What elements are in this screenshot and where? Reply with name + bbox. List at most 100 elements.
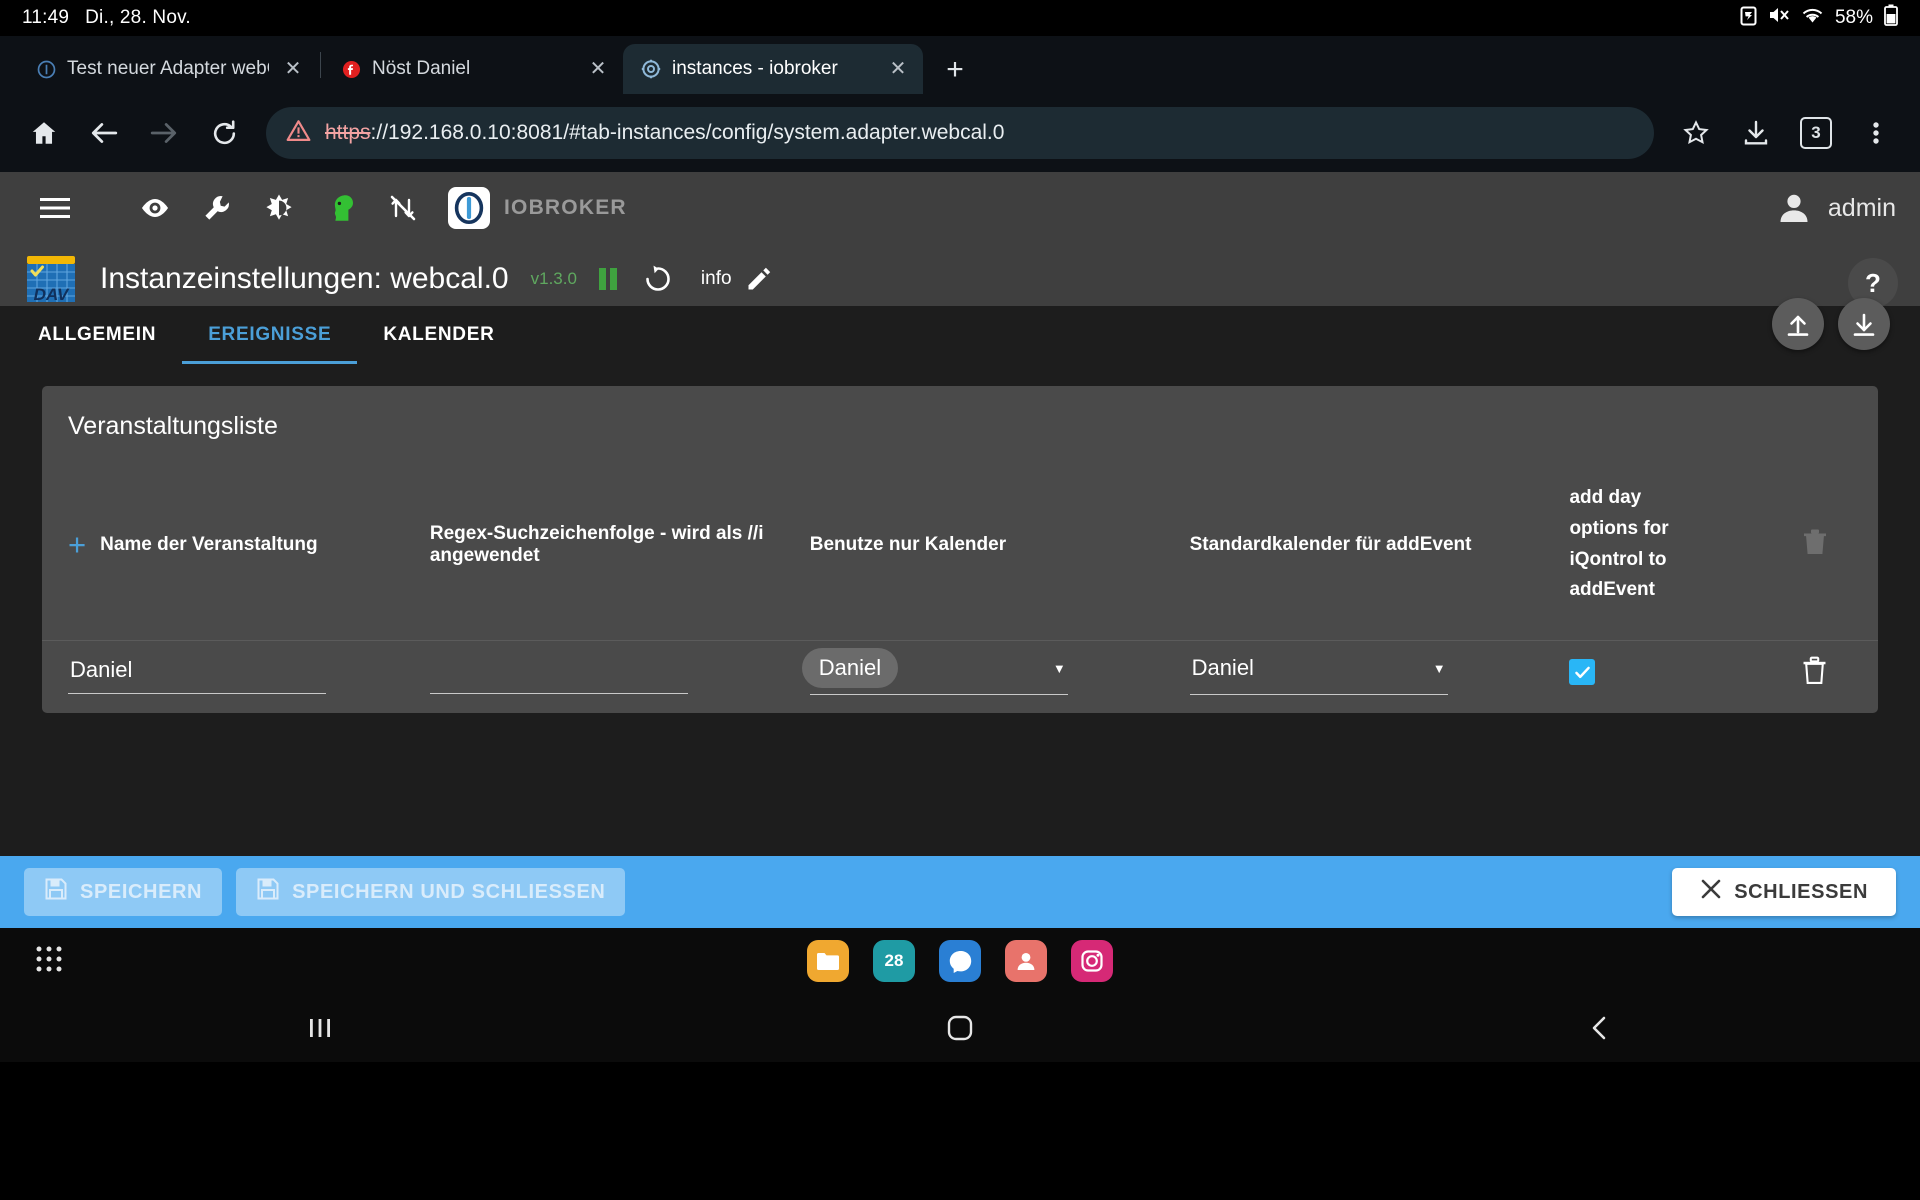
tab-count-button[interactable]: 3 xyxy=(1788,105,1844,161)
pause-icon[interactable] xyxy=(595,265,621,293)
upload-config-button[interactable] xyxy=(1772,298,1824,350)
pencil-icon[interactable] xyxy=(746,266,772,292)
table-row: Daniel ▼ Daniel ▼ xyxy=(42,641,1878,714)
browser-tab-0[interactable]: Test neuer Adapter webC ✕ xyxy=(18,44,318,94)
browser-tab-title: Nöst Daniel xyxy=(372,58,471,79)
back-icon[interactable] xyxy=(1540,1014,1660,1042)
veranstaltungsliste-panel: Veranstaltungsliste + Name der Veranstal… xyxy=(42,386,1878,714)
svg-text:DAV: DAV xyxy=(34,285,70,303)
new-tab-button[interactable]: + xyxy=(931,46,979,94)
eye-icon[interactable] xyxy=(124,180,186,236)
event-regex-input[interactable] xyxy=(429,652,688,694)
iobroker-app-bar: IOBROKER admin xyxy=(0,172,1920,244)
contrast-icon[interactable] xyxy=(248,180,310,236)
trash-icon-disabled xyxy=(1803,528,1827,556)
browser-tab-strip: Test neuer Adapter webC ✕ Nöst Daniel ✕ … xyxy=(0,36,1920,94)
only-calendar-select[interactable]: Daniel ▼ xyxy=(801,648,1068,696)
x-icon xyxy=(1700,878,1722,906)
battery-percent: 58% xyxy=(1834,7,1873,28)
tab-ereignisse[interactable]: EREIGNISSE xyxy=(182,306,358,364)
trash-icon[interactable] xyxy=(1802,656,1827,685)
iobroker-brand: IOBROKER xyxy=(448,187,627,229)
address-bar[interactable]: https://192.168.0.10:8081/#tab-instances… xyxy=(266,107,1654,159)
url-text: https://192.168.0.10:8081/#tab-instances… xyxy=(325,121,1004,145)
column-header-delete xyxy=(1751,449,1878,642)
files-app[interactable] xyxy=(807,940,849,982)
config-footer: SPEICHERN SPEICHERN UND SCHLIESSEN SCHLI… xyxy=(0,856,1920,928)
wrench-icon[interactable] xyxy=(186,180,248,236)
chevron-down-icon: ▼ xyxy=(1432,660,1446,676)
messenger-app[interactable] xyxy=(939,940,981,982)
dock-apps: 28 xyxy=(0,940,1920,982)
tab-close-icon[interactable]: ✕ xyxy=(585,56,611,82)
no-sync-icon[interactable] xyxy=(372,180,434,236)
expert-mode-head-icon[interactable] xyxy=(310,180,372,236)
save-and-close-button[interactable]: SPEICHERN UND SCHLIESSEN xyxy=(236,868,626,916)
home-icon[interactable] xyxy=(900,1014,1020,1042)
column-header-add-day-options: add day options for iQontrol to addEvent xyxy=(1561,449,1752,642)
tab-close-icon[interactable]: ✕ xyxy=(885,56,911,82)
bookmark-star-icon[interactable] xyxy=(1668,105,1724,161)
add-day-options-checkbox[interactable] xyxy=(1569,659,1596,686)
battery-icon xyxy=(1884,4,1898,32)
panel-title: Veranstaltungsliste xyxy=(68,412,278,440)
overflow-menu-icon[interactable] xyxy=(1848,105,1904,161)
iobroker-logo-icon xyxy=(448,187,490,229)
tab-close-icon[interactable]: ✕ xyxy=(280,56,306,82)
instance-header: DAV Instanzeinstellungen: webcal.0 v1.3.… xyxy=(0,244,1920,308)
save-and-close-button-label: SPEICHERN UND SCHLIESSEN xyxy=(292,880,606,903)
column-header-regex: Regex-Suchzeichenfolge - wird als //i an… xyxy=(421,449,802,642)
browser-tab-title: Test neuer Adapter webC xyxy=(67,58,269,79)
browser-toolbar: https://192.168.0.10:8081/#tab-instances… xyxy=(0,94,1920,172)
webcal-dav-calendar-icon: DAV xyxy=(24,254,78,304)
instagram-app[interactable] xyxy=(1071,940,1113,982)
reload-icon[interactable] xyxy=(196,105,252,161)
info-label[interactable]: info xyxy=(701,268,732,290)
only-calendar-value: Daniel xyxy=(801,648,899,689)
chevron-down-icon: ▼ xyxy=(1052,660,1066,676)
save-button[interactable]: SPEICHERN xyxy=(24,868,223,916)
hamburger-menu-icon[interactable] xyxy=(24,180,86,236)
url-scheme: https xyxy=(325,121,371,144)
info-circle-icon xyxy=(36,59,56,79)
column-label-add-day-options: add day options for iQontrol to addEvent xyxy=(1569,487,1669,601)
download-config-button[interactable] xyxy=(1838,298,1890,350)
cell-delete xyxy=(1751,641,1878,714)
save-button-label: SPEICHERN xyxy=(80,880,203,903)
forward-icon xyxy=(136,105,192,161)
save-disk-icon xyxy=(256,877,280,907)
version-badge: v1.3.0 xyxy=(530,269,577,288)
tab-allgemein[interactable]: ALLGEMEIN xyxy=(12,306,182,364)
save-disk-icon xyxy=(44,877,68,907)
android-status-bar: 11:49 Di., 28. Nov. 58% xyxy=(0,0,1920,36)
back-icon[interactable] xyxy=(76,105,132,161)
insecure-warning-icon[interactable] xyxy=(286,119,311,147)
home-icon[interactable] xyxy=(16,105,72,161)
default-calendar-select[interactable]: Daniel ▼ xyxy=(1189,651,1448,696)
config-fab-row xyxy=(1772,298,1890,350)
recents-icon[interactable] xyxy=(260,1015,380,1041)
browser-tab-1[interactable]: Nöst Daniel ✕ xyxy=(323,44,623,94)
refresh-icon[interactable] xyxy=(643,264,673,294)
status-date: Di., 28. Nov. xyxy=(85,7,191,28)
browser-tab-2[interactable]: instances - iobroker ✕ xyxy=(623,44,923,94)
cell-add-day-options xyxy=(1561,641,1751,714)
avatar[interactable] xyxy=(1774,188,1814,228)
column-header-only-calendar: Benutze nur Kalender xyxy=(801,449,1182,642)
close-button[interactable]: SCHLIESSEN xyxy=(1672,868,1896,916)
config-tab-bar: ALLGEMEIN EREIGNISSE KALENDER xyxy=(0,298,1920,364)
browser-tab-title: instances - iobroker xyxy=(672,58,838,79)
calendar-app[interactable]: 28 xyxy=(873,940,915,982)
mute-icon xyxy=(1768,5,1790,31)
download-icon[interactable] xyxy=(1728,105,1784,161)
page-title: Instanzeinstellungen: webcal.0 xyxy=(100,262,509,295)
events-table: + Name der Veranstaltung Regex-Suchzeich… xyxy=(42,449,1878,713)
column-header-default-calendar: Standardkalender für addEvent xyxy=(1181,449,1562,642)
instance-config-page: DAV Instanzeinstellungen: webcal.0 v1.3.… xyxy=(0,244,1920,928)
plus-icon[interactable]: + xyxy=(68,529,86,560)
tab-kalender[interactable]: KALENDER xyxy=(357,306,520,364)
event-name-input[interactable] xyxy=(68,652,326,694)
contacts-app[interactable] xyxy=(1005,940,1047,982)
android-nav-bar xyxy=(0,994,1920,1062)
battery-saver-icon xyxy=(1740,5,1757,32)
